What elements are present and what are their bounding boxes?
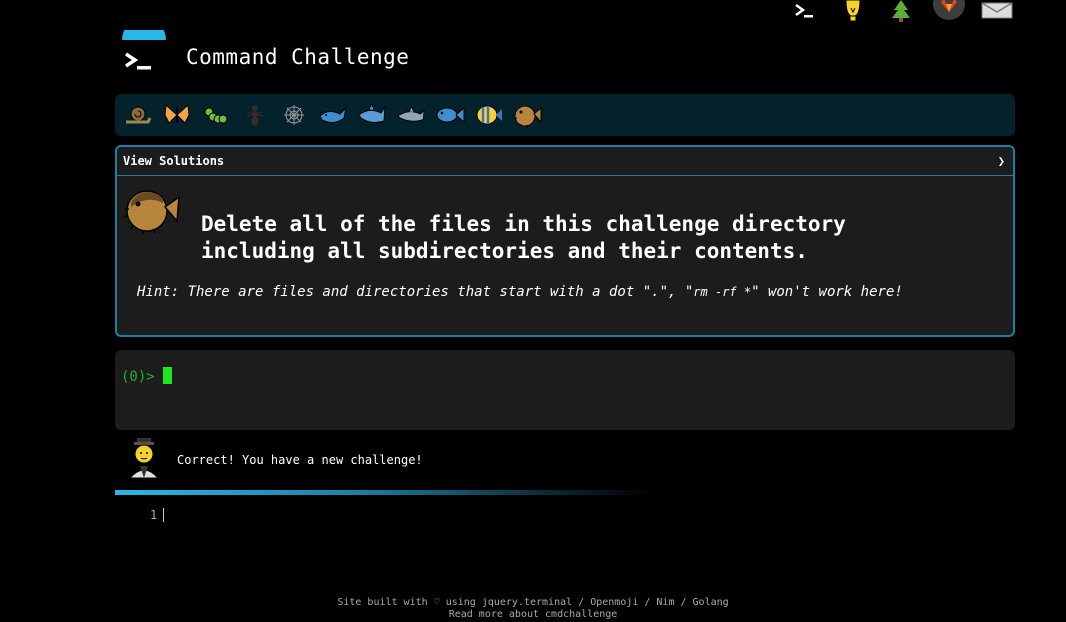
prompt-label: (0)>	[121, 369, 155, 385]
code-editor[interactable]: 1	[150, 508, 165, 522]
challenge-panel: View Solutions ❯ Delete all of the files…	[115, 145, 1015, 337]
hint-code: rm -rf *	[693, 285, 752, 299]
tree-icon[interactable]	[884, 0, 918, 22]
top-icon-bar	[788, 0, 1014, 22]
envelope-icon[interactable]	[980, 0, 1014, 22]
app-title: Command Challenge	[186, 45, 410, 69]
terminal-icon[interactable]	[788, 0, 822, 22]
terminal[interactable]: (0)>	[115, 350, 1015, 430]
hint-suffix: " won't work here!	[751, 284, 903, 300]
challenge-line-1: Delete all of the files in this challeng…	[201, 212, 846, 236]
app-logo[interactable]	[116, 18, 170, 84]
view-solutions-toggle[interactable]: View Solutions ❯	[117, 147, 1013, 176]
footer: Site built with ♡ using jquery.terminal …	[0, 597, 1066, 621]
header: Command Challenge	[116, 18, 410, 84]
hint-prefix: Hint: There are files and directories th…	[137, 284, 694, 300]
caterpillar-icon[interactable]	[201, 100, 231, 130]
lightbulb-icon[interactable]	[836, 0, 870, 22]
challenge-description: Delete all of the files in this challeng…	[201, 211, 846, 265]
view-solutions-label: View Solutions	[123, 154, 225, 168]
ant-icon[interactable]	[240, 100, 270, 130]
progress-bar	[115, 490, 655, 495]
editor-caret	[163, 508, 165, 522]
chevron-right-icon: ❯	[997, 154, 1005, 168]
shark-icon[interactable]	[357, 100, 387, 130]
feedback-message: Correct! You have a new challenge!	[177, 453, 423, 467]
gitlab-icon[interactable]	[932, 0, 966, 22]
terminal-prompt[interactable]: (0)>	[121, 367, 172, 385]
hint-text: Hint: There are files and directories th…	[137, 284, 903, 300]
spider-web-icon[interactable]	[279, 100, 309, 130]
feedback-row: Correct! You have a new challenge!	[126, 436, 423, 484]
blowfish-icon[interactable]	[513, 100, 543, 130]
level-bar	[115, 94, 1015, 136]
terminal-cursor	[162, 367, 172, 384]
dolphin-icon[interactable]	[396, 100, 426, 130]
footer-about-link[interactable]: Read more about cmdchallenge	[0, 609, 1066, 621]
fish-icon[interactable]	[435, 100, 465, 130]
blowfish-icon	[123, 185, 181, 235]
line-number: 1	[150, 508, 158, 522]
challenge-line-2: including all subdirectories and their c…	[201, 239, 808, 263]
teacher-avatar	[126, 436, 162, 484]
snail-icon[interactable]	[123, 100, 153, 130]
whale-icon[interactable]	[318, 100, 348, 130]
butterfly-icon[interactable]	[162, 100, 192, 130]
footer-credits: Site built with ♡ using jquery.terminal …	[337, 597, 729, 608]
tropical-fish-icon[interactable]	[474, 100, 504, 130]
